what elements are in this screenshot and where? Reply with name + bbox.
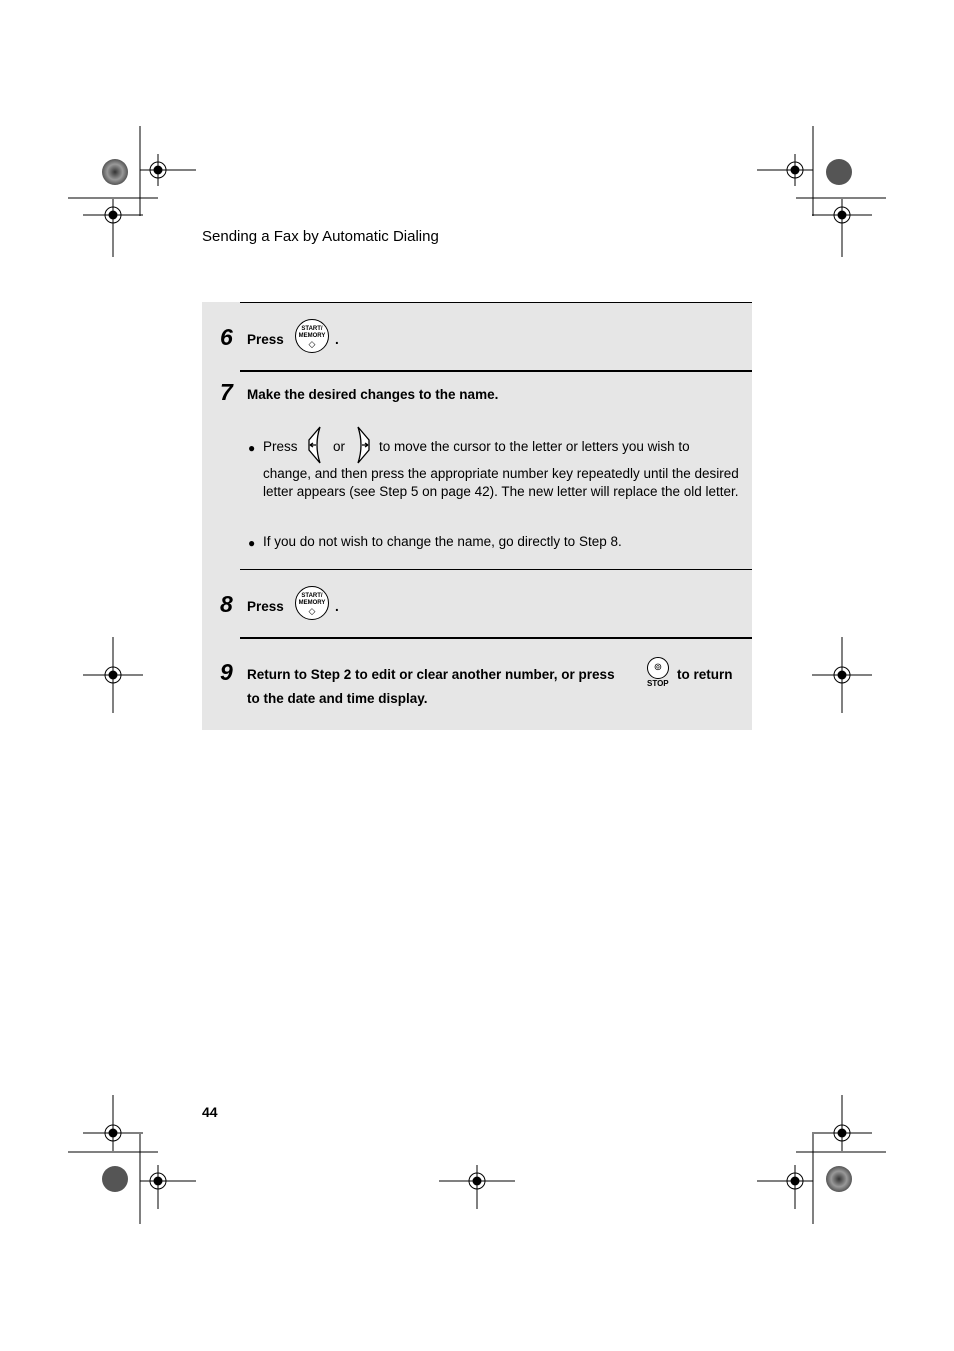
- color-wheel-mark-icon: [102, 1166, 128, 1192]
- color-wheel-mark-icon: [102, 159, 128, 185]
- color-wheel-mark-icon: [826, 159, 852, 185]
- color-wheel-mark-icon: [826, 1166, 852, 1192]
- printer-registration-marks: [68, 126, 886, 1224]
